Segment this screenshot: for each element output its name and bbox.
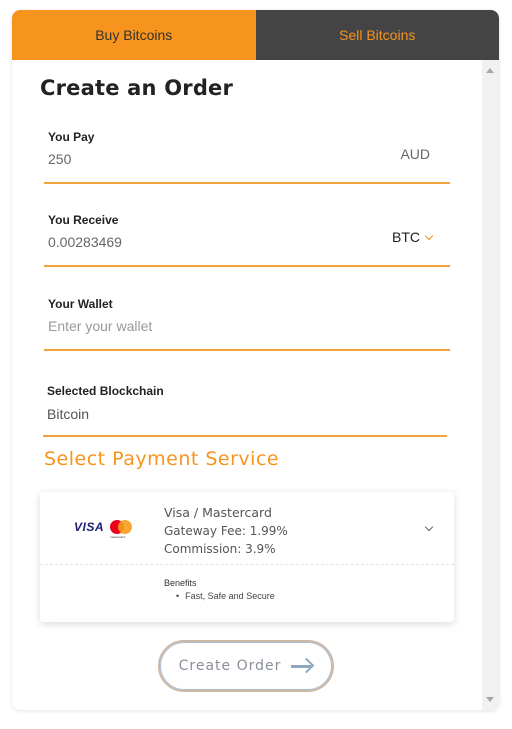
- scroll-down-icon[interactable]: [486, 697, 494, 702]
- mastercard-logo: mastercard: [110, 520, 133, 539]
- benefit-item: Fast, Safe and Secure: [176, 591, 275, 601]
- payment-service-name: Visa / Mastercard: [164, 505, 272, 520]
- scroll-up-icon[interactable]: [486, 68, 494, 73]
- payment-service-card: VISA mastercard Visa / Mastercard Gatewa…: [40, 492, 454, 622]
- benefits-title: Benefits: [164, 578, 197, 588]
- tab-buy-bitcoins[interactable]: Buy Bitcoins: [12, 10, 256, 60]
- payment-logos: VISA mastercard: [74, 520, 133, 539]
- page-title: Create an Order: [40, 76, 234, 100]
- blockchain-label: Selected Blockchain: [47, 384, 164, 398]
- commission: Commission: 3.9%: [164, 542, 276, 556]
- gateway-fee: Gateway Fee: 1.99%: [164, 524, 288, 538]
- tab-sell-bitcoins[interactable]: Sell Bitcoins: [255, 10, 499, 60]
- you-receive-label: You Receive: [48, 213, 119, 227]
- wallet-input[interactable]: [48, 318, 348, 334]
- blockchain-value[interactable]: Bitcoin: [47, 406, 347, 422]
- receive-currency-select[interactable]: BTC: [392, 229, 434, 245]
- you-pay-label: You Pay: [48, 130, 95, 144]
- order-widget: Buy Bitcoins Sell Bitcoins Create an Ord…: [12, 10, 499, 710]
- scrollbar[interactable]: [482, 60, 499, 710]
- visa-logo: VISA: [74, 520, 105, 534]
- payment-service-option[interactable]: VISA mastercard Visa / Mastercard Gatewa…: [40, 492, 454, 565]
- tab-bar: Buy Bitcoins Sell Bitcoins: [12, 10, 499, 60]
- payment-service-info: Visa / Mastercard Gateway Fee: 1.99% Com…: [164, 504, 288, 558]
- wallet-label: Your Wallet: [48, 297, 113, 311]
- you-pay-input[interactable]: [48, 151, 348, 167]
- chevron-down-icon[interactable]: [424, 522, 434, 532]
- you-receive-input[interactable]: [48, 234, 348, 250]
- chevron-down-icon: [424, 231, 434, 240]
- arrow-right-icon: [291, 657, 315, 674]
- blockchain-field: Selected Blockchain Bitcoin: [43, 366, 447, 437]
- payment-section-title: Select Payment Service: [44, 448, 280, 470]
- receive-currency-label: BTC: [392, 229, 420, 245]
- create-order-button[interactable]: Create Order: [158, 640, 334, 692]
- create-order-label: Create Order: [178, 658, 282, 674]
- order-form: Create an Order You Pay AUD You Receive …: [12, 60, 482, 710]
- benefits-list: Fast, Safe and Secure: [176, 591, 275, 601]
- wallet-field: Your Wallet: [44, 282, 450, 351]
- you-pay-field: You Pay AUD: [44, 116, 450, 184]
- you-receive-field: You Receive BTC: [44, 199, 450, 267]
- you-pay-currency: AUD: [400, 146, 430, 162]
